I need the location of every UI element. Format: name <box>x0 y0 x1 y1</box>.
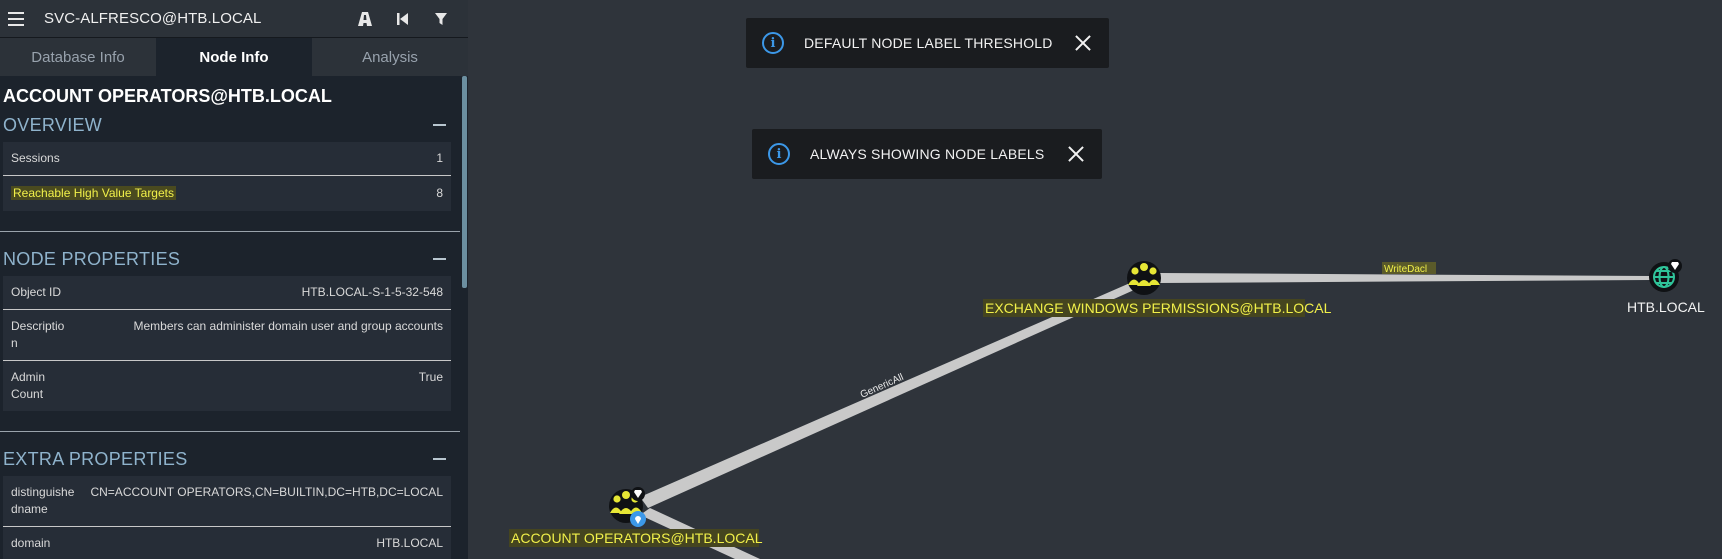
row-key: Description <box>11 319 65 350</box>
search-bar: SVC-ALFRESCO@HTB.LOCAL <box>0 0 468 38</box>
row-key: Sessions <box>11 151 60 165</box>
table-row[interactable]: Admin Count True <box>3 361 451 411</box>
row-value: 8 <box>436 186 443 200</box>
table-row[interactable]: Reachable High Value Targets 8 <box>3 176 451 211</box>
section-extra-properties[interactable]: EXTRA PROPERTIES <box>0 442 460 476</box>
node-label-htb-local: HTB.LOCAL <box>1627 299 1705 315</box>
toast-message: DEFAULT NODE LABEL THRESHOLD <box>804 35 1053 51</box>
row-key: Admin Count <box>11 370 46 401</box>
row-key: distinguishedname <box>11 485 75 516</box>
row-value: CN=ACCOUNT OPERATORS,CN=BUILTIN,DC=HTB,D… <box>90 485 443 499</box>
info-icon: i <box>768 143 790 165</box>
overview-rows: Sessions 1 Reachable High Value Targets … <box>3 142 451 211</box>
hamburger-icon[interactable] <box>8 11 24 26</box>
node-account-operators[interactable]: ACCOUNT OPERATORS@HTB.LOCAL <box>509 487 763 547</box>
collapse-icon[interactable] <box>433 258 446 260</box>
pathfinding-button[interactable] <box>346 0 384 38</box>
node-htb-local[interactable]: HTB.LOCAL <box>1627 259 1705 315</box>
sidebar: SVC-ALFRESCO@HTB.LOCAL Database Info Nod… <box>0 0 468 559</box>
filter-button[interactable] <box>422 0 460 38</box>
extra-properties-rows: distinguishedname CN=ACCOUNT OPERATORS,C… <box>3 476 451 559</box>
table-row[interactable]: domain HTB.LOCAL <box>3 527 451 559</box>
close-icon[interactable] <box>1066 144 1086 164</box>
row-value: HTB.LOCAL <box>376 536 443 550</box>
section-node-properties[interactable]: NODE PROPERTIES <box>0 242 460 276</box>
section-heading: OVERVIEW <box>3 114 103 135</box>
tab-analysis[interactable]: Analysis <box>312 38 468 76</box>
toast-message: ALWAYS SHOWING NODE LABELS <box>810 146 1045 162</box>
node-info-panel: ACCOUNT OPERATORS@HTB.LOCAL OVERVIEW Ses… <box>0 76 460 559</box>
node-exchange-windows-permissions[interactable]: EXCHANGE WINDOWS PERMISSIONS@HTB.LOCAL <box>983 261 1332 317</box>
row-value: 1 <box>436 151 443 165</box>
row-key[interactable]: Reachable High Value Targets <box>11 186 176 200</box>
table-row[interactable]: Object ID HTB.LOCAL-S-1-5-32-548 <box>3 276 451 310</box>
close-icon[interactable] <box>1073 33 1093 53</box>
row-value: Members can administer domain user and g… <box>133 319 444 333</box>
info-icon: i <box>762 32 784 54</box>
collapse-icon[interactable] <box>433 124 446 126</box>
tab-bar: Database Info Node Info Analysis <box>0 38 468 76</box>
toast-label-threshold: i DEFAULT NODE LABEL THRESHOLD <box>746 18 1109 68</box>
edge-label-writedacl: WriteDacl <box>1382 262 1436 275</box>
node-properties-rows: Object ID HTB.LOCAL-S-1-5-32-548 Descrip… <box>3 276 451 411</box>
tab-database-info[interactable]: Database Info <box>0 38 156 76</box>
row-value: True <box>418 370 443 384</box>
collapse-icon[interactable] <box>433 458 446 460</box>
tab-node-info[interactable]: Node Info <box>156 38 312 76</box>
node-label-account-operators: ACCOUNT OPERATORS@HTB.LOCAL <box>511 530 763 546</box>
node-title: ACCOUNT OPERATORS@HTB.LOCAL <box>3 86 332 106</box>
divider <box>0 231 460 232</box>
table-row[interactable]: distinguishedname CN=ACCOUNT OPERATORS,C… <box>3 476 451 527</box>
section-overview[interactable]: OVERVIEW <box>0 108 460 142</box>
scrollbar[interactable] <box>462 76 467 288</box>
search-start-node[interactable]: SVC-ALFRESCO@HTB.LOCAL <box>44 10 346 27</box>
section-heading: NODE PROPERTIES <box>3 248 181 269</box>
row-value: HTB.LOCAL-S-1-5-32-548 <box>301 285 443 299</box>
filter-icon <box>435 12 447 25</box>
edge-label-writedacl-text: WriteDacl <box>1384 264 1427 275</box>
back-button[interactable] <box>384 0 422 38</box>
location-pin-icon <box>630 511 646 527</box>
divider <box>0 431 460 432</box>
section-heading: EXTRA PROPERTIES <box>3 448 188 469</box>
table-row[interactable]: Sessions 1 <box>3 142 451 176</box>
back-icon <box>397 12 408 25</box>
row-key: domain <box>11 536 51 550</box>
table-row[interactable]: Description Members can administer domai… <box>3 310 451 361</box>
reachable-high-value-targets-link[interactable]: Reachable High Value Targets <box>11 185 176 202</box>
toast-node-labels: i ALWAYS SHOWING NODE LABELS <box>752 129 1102 179</box>
node-label-exchange: EXCHANGE WINDOWS PERMISSIONS@HTB.LOCAL <box>985 300 1332 316</box>
pathfinding-icon <box>358 11 372 26</box>
row-key: Object ID <box>11 285 62 299</box>
